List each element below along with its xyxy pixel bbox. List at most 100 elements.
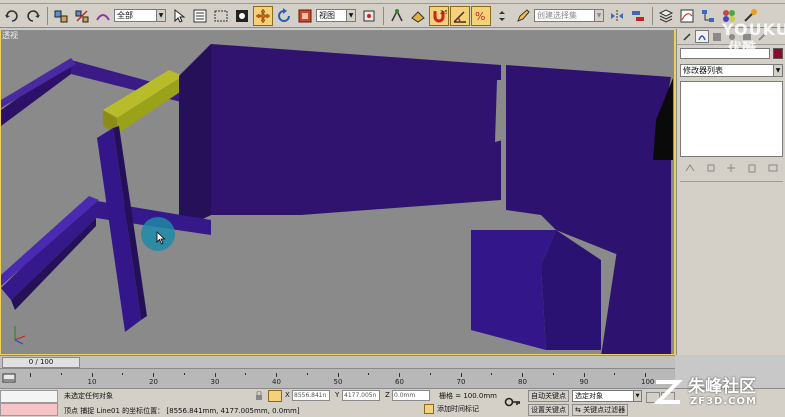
time-slider-thumb[interactable]: 0 / 100 (2, 357, 80, 368)
tab-create[interactable] (680, 30, 694, 43)
maxscript-listener[interactable] (0, 390, 58, 417)
ruler-label: 20 (149, 378, 158, 386)
select-and-rotate-button[interactable] (274, 6, 294, 26)
ruler-tick (399, 373, 400, 377)
rectangular-selection-button[interactable] (211, 6, 231, 26)
list-icon (193, 9, 207, 22)
ruler-tick (645, 373, 646, 377)
make-unique-icon[interactable] (725, 163, 737, 173)
ruler-tick (30, 373, 31, 377)
layers-icon (658, 8, 674, 23)
selection-status-text: 未选定任何对象 (64, 392, 113, 400)
ruler-tick (60, 373, 62, 375)
ruler-tick (91, 373, 93, 377)
percent-snap-icon: % (475, 10, 485, 23)
key-filters-label: 关键点过滤器 (583, 406, 626, 414)
space-warp-icon (96, 13, 110, 21)
add-time-tag-button[interactable]: 添加时间标记 (424, 404, 479, 414)
edit-named-selection-button[interactable] (513, 6, 533, 26)
spinner-snap-button[interactable] (492, 6, 512, 26)
youku-cn-watermark: 优酷 (728, 41, 756, 57)
angle-snap-button[interactable] (450, 5, 470, 26)
pin-stack-icon[interactable] (684, 163, 696, 173)
snaps-toggle-button[interactable]: 2.5 (429, 5, 449, 26)
remove-modifier-icon[interactable] (746, 163, 758, 173)
key-mode-dropdown[interactable]: 选定对象 ▼ (572, 390, 642, 402)
auto-key-button[interactable]: 自动关键点 (528, 390, 569, 402)
pivot-center-button[interactable] (359, 6, 379, 26)
modifier-list-dropdown[interactable]: 修改器列表 ▼ (680, 64, 783, 77)
named-selection-set-dropdown[interactable]: 创建选择集 ▼ (534, 9, 604, 22)
object-name-field[interactable] (680, 48, 770, 59)
select-and-manipulate-button[interactable] (387, 6, 407, 26)
chevron-down-icon: ▼ (773, 65, 782, 76)
tab-modify[interactable] (695, 30, 709, 43)
bind-space-warp-button[interactable] (93, 6, 113, 26)
ruler-tick (337, 373, 339, 377)
reference-coordinate-dropdown[interactable]: 视图 ▼ (316, 9, 356, 22)
parameters-rollout (680, 181, 783, 351)
x-coordinate-field[interactable]: 8556.841n (292, 390, 330, 401)
link-icon (54, 10, 68, 22)
selection-lock-icon[interactable] (254, 391, 264, 401)
rotate-icon (278, 7, 290, 22)
prompt-line-text: 顶点 捕捉 Line01 的坐标位置： [8556.841mm, 4177.00… (64, 407, 300, 415)
listener-input[interactable] (0, 390, 58, 403)
toolbar-separator (47, 6, 48, 25)
keyboard-shortcut-override-button[interactable] (408, 6, 428, 26)
key-filters-button[interactable]: ⇆ 关键点过滤器 (572, 404, 629, 416)
ruler-tick (183, 373, 185, 375)
create-icon (683, 32, 691, 41)
key-mode-value: 选定对象 (575, 392, 603, 400)
redo-button[interactable] (23, 6, 43, 26)
show-end-result-icon[interactable] (705, 163, 717, 173)
set-key-icon[interactable] (504, 395, 522, 409)
align-button[interactable] (628, 6, 648, 26)
select-and-link-button[interactable] (51, 6, 71, 26)
window-crossing-button[interactable] (232, 6, 252, 26)
listener-output[interactable] (0, 403, 58, 416)
rect-selection-icon (214, 10, 228, 21)
time-slider[interactable]: 0 / 100 (0, 355, 675, 368)
modifier-list-label: 修改器列表 (683, 66, 723, 75)
object-color-swatch[interactable] (773, 48, 783, 59)
configure-modifier-sets-icon[interactable] (767, 163, 779, 173)
mirror-icon (611, 9, 623, 22)
x-label: X (285, 391, 290, 399)
select-and-scale-button[interactable] (295, 6, 315, 26)
ruler-tick (614, 373, 616, 375)
zf3d-watermark: 朱峰社区 ZF3D.COM (650, 372, 785, 417)
select-and-move-button[interactable] (253, 5, 273, 26)
toolbar-separator (383, 6, 384, 25)
chevron-down-icon: ▼ (594, 10, 603, 21)
undo-button[interactable] (2, 6, 22, 26)
ref-coord-value: 视图 (319, 11, 335, 20)
perspective-viewport[interactable]: 透视 (0, 29, 675, 355)
pointer-icon (174, 8, 186, 23)
mirror-button[interactable] (607, 6, 627, 26)
z-coordinate-field[interactable]: 0.0mm (392, 390, 430, 401)
track-bar[interactable]: 10 20 30 40 50 60 70 80 90 100 (0, 368, 675, 388)
y-coordinate-field[interactable]: 4177.005n (342, 390, 380, 401)
select-by-name-button[interactable] (190, 6, 210, 26)
set-key-button[interactable]: 设置关键点 (528, 404, 569, 416)
layer-manager-button[interactable] (656, 6, 676, 26)
viewport-label[interactable]: 透视 (2, 30, 18, 41)
curve-editor-button[interactable] (677, 6, 697, 26)
ruler-label: 50 (333, 378, 343, 386)
schematic-view-button[interactable] (698, 6, 718, 26)
mini-curve-editor-icon[interactable] (2, 372, 16, 384)
main-toolbar: 全部 ▼ 视图 ▼ 2.5 % 创建选择集 ▼ (0, 4, 785, 28)
svg-text:2.5: 2.5 (440, 10, 447, 16)
selection-filter-dropdown[interactable]: 全部 ▼ (114, 9, 166, 22)
modifier-stack[interactable] (680, 81, 783, 157)
spinner-snap-icon (499, 10, 505, 21)
command-panel: 修改器列表 ▼ (676, 29, 785, 355)
ruler-tick (368, 373, 370, 375)
absolute-mode-toggle[interactable] (268, 390, 282, 402)
select-object-button[interactable] (169, 6, 189, 26)
align-icon (632, 10, 644, 21)
unlink-button[interactable] (72, 6, 92, 26)
percent-snap-button[interactable]: % (471, 5, 491, 26)
curve-editor-icon (680, 9, 694, 22)
